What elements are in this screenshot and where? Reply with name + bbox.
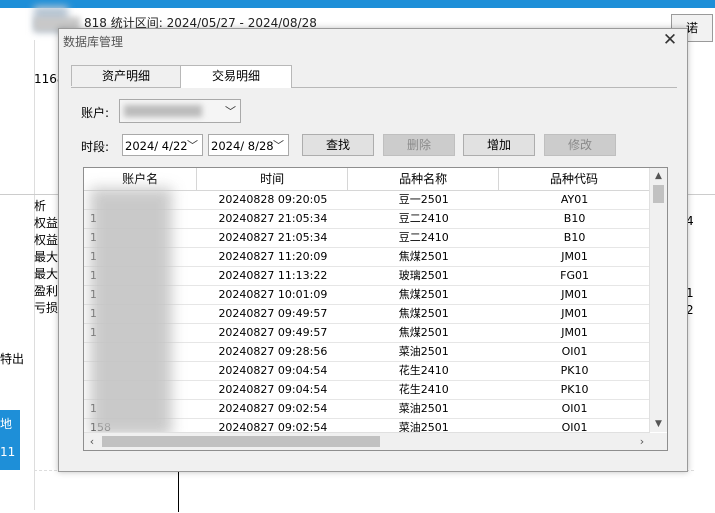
instrument-code-cell: AY01: [560, 193, 589, 206]
close-icon[interactable]: ✕: [661, 31, 679, 49]
database-manager-dialog: 数据库管理 ✕ 资产明细 交易明细 账户: ﹀ 时段: 2024/ 4/22 ﹀…: [58, 28, 688, 472]
instrument-name-cell: 花生2410: [398, 383, 449, 396]
instrument-code-cell: PK10: [560, 383, 589, 396]
time-cell: 20240827 11:13:22: [218, 269, 328, 282]
column-header-code[interactable]: 品种代码: [499, 168, 650, 190]
start-date-value: 2024/ 4/22: [125, 139, 188, 153]
time-cell: 20240827 09:49:57: [218, 326, 328, 339]
time-cell: 20240827 09:49:57: [218, 307, 328, 320]
instrument-name-cell: 豆二2410: [398, 231, 449, 244]
stats-label: 析: [34, 199, 47, 213]
chevron-down-icon: ﹀: [187, 139, 198, 152]
stats-label: 最大: [34, 267, 59, 281]
end-date-picker[interactable]: 2024/ 8/28 ﹀: [208, 134, 289, 156]
blurred-account-column: [90, 188, 172, 436]
chart-cursor-line: [178, 470, 179, 512]
instrument-code-cell: JM01: [561, 288, 588, 301]
blurred-account: [124, 105, 202, 117]
chevron-down-icon: ﹀: [225, 105, 236, 118]
search-button[interactable]: 查找: [302, 134, 374, 156]
instrument-name-cell: 花生2410: [398, 364, 449, 377]
instrument-code-cell: JM01: [561, 326, 588, 339]
time-cell: 20240827 09:04:54: [218, 383, 328, 396]
stats-label: 最大: [34, 250, 59, 264]
instrument-name-cell: 焦煤2501: [398, 288, 449, 301]
column-header-account[interactable]: 账户名: [84, 168, 198, 190]
instrument-code-cell: JM01: [561, 307, 588, 320]
blue-box-line: 地: [0, 417, 13, 431]
stats-label: 权益: [34, 233, 59, 247]
time-cell: 20240827 21:05:34: [218, 212, 328, 225]
scroll-down-icon[interactable]: ▼: [650, 416, 667, 432]
horizontal-scrollbar[interactable]: ‹ ›: [84, 432, 650, 450]
tab-bar: 资产明细 交易明细: [71, 65, 677, 88]
time-cell: 20240827 09:28:56: [218, 345, 328, 358]
instrument-name-cell: 焦煤2501: [398, 307, 449, 320]
instrument-code-cell: JM01: [561, 250, 588, 263]
stats-labels: 析 权益 权益 最大 最大 盈利 亏损: [34, 198, 58, 317]
instrument-name-cell: 焦煤2501: [398, 326, 449, 339]
account-label: 账户:: [81, 106, 110, 120]
scroll-left-icon[interactable]: ‹: [84, 433, 100, 450]
period-label: 时段:: [81, 140, 110, 154]
chevron-down-icon: ﹀: [273, 139, 284, 152]
start-date-picker[interactable]: 2024/ 4/22 ﹀: [122, 134, 203, 156]
add-button[interactable]: 增加: [463, 134, 535, 156]
trade-detail-grid[interactable]: 账户名 时间 品种名称 品种代码 20240828 09:20:05 豆一2501…: [83, 167, 668, 451]
instrument-name-cell: 豆二2410: [398, 212, 449, 225]
column-header-time[interactable]: 时间: [197, 168, 349, 190]
time-cell: 20240828 09:20:05: [218, 193, 328, 206]
stats-label: 亏损: [34, 301, 59, 315]
instrument-code-cell: B10: [563, 212, 586, 225]
blue-box-line: 11: [0, 445, 16, 459]
modify-button[interactable]: 修改: [544, 134, 616, 156]
left-fragment: 特出: [0, 352, 25, 366]
time-cell: 20240827 09:02:54: [218, 402, 328, 415]
stats-label: 盈利: [34, 284, 59, 298]
tab-trade-detail[interactable]: 交易明细: [180, 65, 292, 88]
scroll-thumb[interactable]: [102, 436, 380, 447]
instrument-code-cell: OI01: [561, 402, 588, 415]
scroll-corner: [650, 433, 667, 450]
instrument-name-cell: 焦煤2501: [398, 250, 449, 263]
column-header-name[interactable]: 品种名称: [348, 168, 500, 190]
scroll-right-icon[interactable]: ›: [634, 433, 650, 450]
scroll-up-icon[interactable]: ▲: [650, 168, 667, 184]
instrument-code-cell: PK10: [560, 364, 589, 377]
account-select[interactable]: ﹀: [119, 99, 241, 123]
instrument-name-cell: 玻璃2501: [398, 269, 449, 282]
dialog-title: 数据库管理: [63, 35, 124, 49]
instrument-name-cell: 菜油2501: [398, 402, 449, 415]
end-date-value: 2024/ 8/28: [211, 139, 274, 153]
delete-button[interactable]: 删除: [383, 134, 455, 156]
scroll-thumb[interactable]: [653, 185, 664, 203]
stats-label: 权益: [34, 216, 59, 230]
instrument-code-cell: B10: [563, 231, 586, 244]
instrument-name-cell: 菜油2501: [398, 345, 449, 358]
instrument-code-cell: OI01: [561, 345, 588, 358]
instrument-code-cell: FG01: [560, 269, 589, 282]
time-cell: 20240827 10:01:09: [218, 288, 328, 301]
tab-asset-detail[interactable]: 资产明细: [71, 65, 181, 86]
time-cell: 20240827 11:20:09: [218, 250, 328, 263]
time-cell: 20240827 09:04:54: [218, 364, 328, 377]
blue-link-box[interactable]: 地 11: [0, 410, 20, 470]
vertical-scrollbar[interactable]: ▲ ▼: [649, 168, 667, 432]
chart-area: [34, 470, 694, 513]
instrument-name-cell: 豆一2501: [398, 193, 449, 206]
app-top-bar: [0, 0, 715, 8]
time-cell: 20240827 21:05:34: [218, 231, 328, 244]
